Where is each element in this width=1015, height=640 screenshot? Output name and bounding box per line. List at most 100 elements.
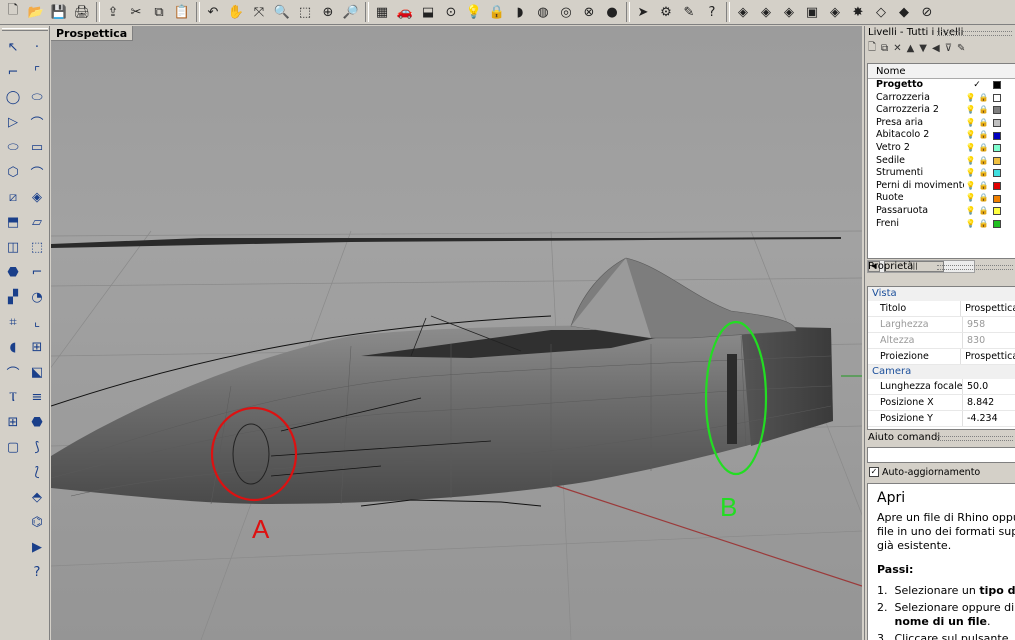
left-tool-col2-13-icon[interactable]: ⊞ [26, 336, 48, 358]
delete-layer-icon[interactable]: ✕ [893, 43, 901, 54]
zoom-icon[interactable]: 🔍 [271, 1, 293, 23]
toolbar-grip[interactable] [2, 28, 48, 31]
move-down-icon[interactable]: ▼ [919, 43, 927, 54]
left-tool-col1-14-icon[interactable]: ⌒ [2, 361, 24, 383]
properties-icon[interactable]: ✎ [678, 1, 700, 23]
layer-visibility-icon[interactable]: 💡 [964, 92, 977, 105]
layers-column-header[interactable]: Nome [868, 64, 1015, 79]
left-tool-col1-3-icon[interactable]: ◯ [2, 86, 24, 108]
layer-name[interactable]: Strumenti [868, 167, 964, 180]
property-value[interactable]: Prospettica [961, 349, 1015, 364]
left-tool-col2-4-icon[interactable]: ⌒ [26, 111, 48, 133]
new-layer-icon[interactable]: 🗋 [868, 40, 876, 57]
left-tool-col1-10-icon[interactable]: ⬣ [2, 261, 24, 283]
cut-icon[interactable]: ✂ [125, 1, 147, 23]
layer-color-swatch[interactable] [993, 182, 1001, 191]
left-tool-col1-1-icon[interactable]: ↖ [2, 36, 24, 58]
layer-lock-icon[interactable]: 🔒 [977, 180, 990, 193]
left-tool-col2-14-icon[interactable]: ⬕ [26, 361, 48, 383]
left-tool-col2-6-icon[interactable]: ⌒ [26, 161, 48, 183]
left-tool-col2-9-icon[interactable]: ⬚ [26, 236, 48, 258]
layer-row[interactable]: Sedile 💡 🔒 [868, 155, 1015, 168]
layer-color-swatch[interactable] [993, 119, 1001, 128]
layer-color-swatch[interactable] [993, 131, 1001, 140]
auto-update-checkbox[interactable]: ✓ [869, 467, 879, 477]
left-tool-col1-9-icon[interactable]: ◫ [2, 236, 24, 258]
left-tool-col1-11-icon[interactable]: ▞ [2, 286, 24, 308]
layer-visibility-icon[interactable]: 💡 [964, 155, 977, 168]
color-wheel-icon[interactable]: ◍ [532, 1, 554, 23]
grid-layout-icon[interactable]: ▦ [371, 1, 393, 23]
osnap-tool-icon[interactable]: ◈ [778, 1, 800, 23]
camera-toggle-icon[interactable]: ⊗ [578, 1, 600, 23]
left-tool-col2-21-icon[interactable]: ▶ [26, 536, 48, 558]
layer-lock-icon[interactable]: 🔒 [977, 218, 990, 231]
left-tool-col2-2-icon[interactable]: ⌜ [26, 61, 48, 83]
layer-name[interactable]: Passaruota [868, 205, 964, 218]
layer-row[interactable]: Progetto ✓ [868, 79, 1015, 92]
layer-row[interactable]: Abitacolo 2 💡 🔒 [868, 129, 1015, 142]
move-up-icon[interactable]: ▲ [907, 43, 915, 54]
layer-color-swatch[interactable] [993, 207, 1001, 216]
new-file-icon[interactable]: 🗋 [2, 1, 24, 23]
layer-lock-icon[interactable]: 🔒 [977, 205, 990, 218]
point-osnap-icon[interactable]: ⊙ [440, 1, 462, 23]
left-tool-col2-1-icon[interactable]: · [26, 36, 48, 58]
gear-settings-icon[interactable]: ⚙ [655, 1, 677, 23]
layer-color-swatch[interactable] [993, 81, 1001, 90]
star-tool-icon[interactable]: ✸ [847, 1, 869, 23]
layer-name[interactable]: Freni [868, 218, 964, 231]
layer-color-swatch[interactable] [993, 93, 1001, 102]
left-tool-col2-15-icon[interactable]: ≡ [26, 386, 48, 408]
osnap-tool-icon[interactable]: ◈ [732, 1, 754, 23]
globe-icon[interactable]: ● [601, 1, 623, 23]
left-tool-col1-12-icon[interactable]: ⌗ [2, 311, 24, 333]
ruler-tool-icon[interactable]: ◇ [870, 1, 892, 23]
left-tool-col2-19-icon[interactable]: ⬘ [26, 486, 48, 508]
layer-lock-icon[interactable]: 🔒 [977, 155, 990, 168]
property-value[interactable]: 50.0 [963, 379, 988, 394]
left-tool-col1-17-icon[interactable]: ▢ [2, 436, 24, 458]
left-tool-col2-20-icon[interactable]: ⌬ [26, 511, 48, 533]
osnap-tool-icon[interactable]: ◈ [824, 1, 846, 23]
layer-visibility-icon[interactable]: 💡 [964, 180, 977, 193]
property-value[interactable]: -4.234 [963, 411, 998, 426]
layer-color-swatch[interactable] [993, 106, 1001, 115]
layer-row[interactable]: Presa aria 💡 🔒 [868, 117, 1015, 130]
left-tool-col1-7-icon[interactable]: ⧄ [2, 186, 24, 208]
layer-row[interactable]: Carrozzeria 💡 🔒 [868, 92, 1015, 105]
layer-name[interactable]: Vetro 2 [868, 142, 964, 155]
check-tool-icon[interactable]: ⊘ [916, 1, 938, 23]
layer-lock-icon[interactable]: 🔒 [977, 92, 990, 105]
car-shade-icon[interactable]: 🚗 [394, 1, 416, 23]
auto-update-option[interactable]: ✓ Auto-aggiornamento [869, 465, 980, 479]
layer-row[interactable]: Passaruota 💡 🔒 [868, 205, 1015, 218]
layer-lock-icon[interactable]: 🔒 [977, 117, 990, 130]
left-tool-col1-2-icon[interactable]: ⌐ [2, 61, 24, 83]
property-value[interactable]: Prospettica [961, 301, 1015, 316]
layer-visibility-icon[interactable]: 💡 [964, 104, 977, 117]
export-icon[interactable]: ⇪ [102, 1, 124, 23]
print-icon[interactable]: 🖨 [71, 1, 93, 23]
viewport-title-tab[interactable]: Prospettica [51, 26, 134, 41]
undo-icon[interactable]: ↶ [202, 1, 224, 23]
property-value[interactable]: 8.842 [963, 395, 994, 410]
layer-name[interactable]: Perni di movimento [868, 180, 964, 193]
layer-current-check[interactable]: ✓ [964, 79, 990, 92]
layer-row[interactable]: Freni 💡 🔒 [868, 218, 1015, 231]
layer-row[interactable]: Ruote 💡 🔒 [868, 192, 1015, 205]
layer-visibility-icon[interactable]: 💡 [964, 142, 977, 155]
layer-visibility-icon[interactable]: 💡 [964, 167, 977, 180]
layer-name[interactable]: Carrozzeria 2 [868, 104, 964, 117]
paste-icon[interactable]: 📋 [171, 1, 193, 23]
sphere-render-icon[interactable]: ◎ [555, 1, 577, 23]
layer-row[interactable]: Carrozzeria 2 💡 🔒 [868, 104, 1015, 117]
tools-icon[interactable]: ✎ [957, 43, 965, 54]
layer-lock-icon[interactable]: 🔒 [977, 167, 990, 180]
zoom-extents-icon[interactable]: ⊕ [317, 1, 339, 23]
arrow-flag-icon[interactable]: ➤ [632, 1, 654, 23]
lock-icon[interactable]: 🔒 [486, 1, 508, 23]
left-tool-col1-5-icon[interactable]: ⬭ [2, 136, 24, 158]
layer-name[interactable]: Ruote [868, 192, 964, 205]
layer-lock-icon[interactable]: 🔒 [977, 142, 990, 155]
